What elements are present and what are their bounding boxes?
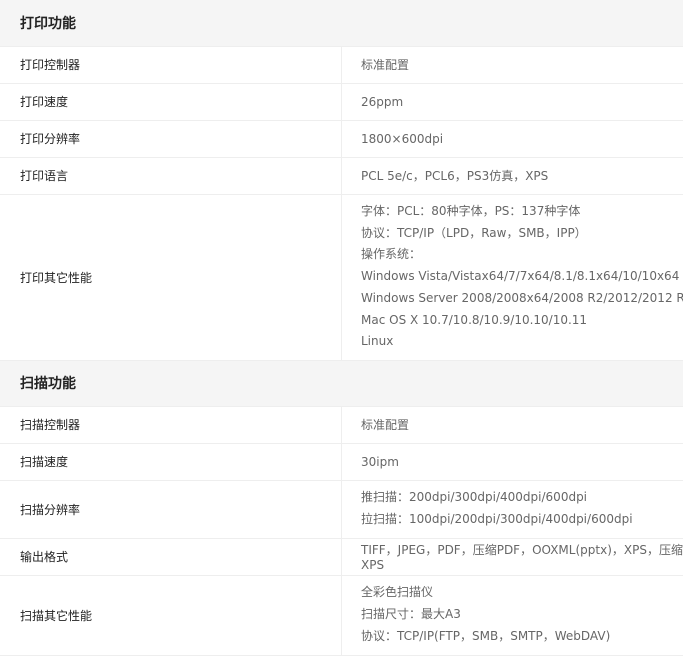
spec-row-print-language: 打印语言 PCL 5e/c，PCL6，PS3仿真，XPS <box>0 157 683 195</box>
spec-value-line: 全彩色扫描仪 <box>361 585 434 600</box>
spec-label: 打印其它性能 <box>0 194 342 361</box>
spec-label: 扫描其它性能 <box>0 575 342 656</box>
section-header-scan: 扫描功能 <box>0 360 683 407</box>
spec-value: 26ppm <box>341 83 683 121</box>
spec-label: 打印分辨率 <box>0 120 342 158</box>
spec-row-print-other: 打印其它性能 字体：PCL：80种字体，PS：137种字体 协议：TCP/IP（… <box>0 194 683 361</box>
spec-value-line: 扫描尺寸：最大A3 <box>361 607 461 622</box>
spec-value-line: 协议：TCP/IP(FTP，SMB，SMTP，WebDAV) <box>361 628 611 643</box>
spec-value: 推扫描：200dpi/300dpi/400dpi/600dpi 拉扫描：100d… <box>341 480 683 539</box>
spec-table: 打印功能 打印控制器 标准配置 打印速度 26ppm 打印分辨率 1800×60… <box>0 0 683 656</box>
scan-section: 扫描功能 扫描控制器 标准配置 扫描速度 30ipm 扫描分辨率 推扫描：200… <box>0 360 683 656</box>
spec-value: 全彩色扫描仪 扫描尺寸：最大A3 协议：TCP/IP(FTP，SMB，SMTP，… <box>341 575 683 656</box>
spec-value-line: 字体：PCL：80种字体，PS：137种字体 <box>361 204 581 219</box>
spec-label: 扫描控制器 <box>0 406 342 444</box>
spec-row-scan-other: 扫描其它性能 全彩色扫描仪 扫描尺寸：最大A3 协议：TCP/IP(FTP，SM… <box>0 575 683 656</box>
spec-label: 打印语言 <box>0 157 342 195</box>
spec-row-scan-controller: 扫描控制器 标准配置 <box>0 406 683 444</box>
spec-value: 标准配置 <box>341 406 683 444</box>
spec-label: 扫描速度 <box>0 443 342 481</box>
spec-value-line: 协议：TCP/IP（LPD，Raw，SMB，IPP） <box>361 225 587 240</box>
spec-value: 标准配置 <box>341 46 683 84</box>
spec-value-line: Mac OS X 10.7/10.8/10.9/10.10/10.11 <box>361 312 588 327</box>
spec-value: 30ipm <box>341 443 683 481</box>
spec-value: PCL 5e/c，PCL6，PS3仿真，XPS <box>341 157 683 195</box>
spec-value-line: Linux <box>361 334 394 349</box>
spec-row-output-format: 输出格式 TIFF，JPEG，PDF，压缩PDF，OOXML(pptx)，XPS… <box>0 538 683 576</box>
spec-row-scan-speed: 扫描速度 30ipm <box>0 443 683 481</box>
spec-value-line: 拉扫描：100dpi/200dpi/300dpi/400dpi/600dpi <box>361 512 633 526</box>
spec-value-line: Windows Vista/Vistax64/7/7x64/8.1/8.1x64… <box>361 269 680 284</box>
spec-value-line: 操作系统： <box>361 247 422 262</box>
spec-row-print-resolution: 打印分辨率 1800×600dpi <box>0 120 683 158</box>
section-title: 打印功能 <box>0 0 683 47</box>
spec-label: 扫描分辨率 <box>0 480 342 539</box>
spec-label: 输出格式 <box>0 538 342 576</box>
spec-value: 字体：PCL：80种字体，PS：137种字体 协议：TCP/IP（LPD，Raw… <box>341 194 683 361</box>
spec-label: 打印控制器 <box>0 46 342 84</box>
section-title: 扫描功能 <box>0 360 683 407</box>
spec-value-line: Windows Server 2008/2008x64/2008 R2/2012… <box>361 290 683 305</box>
spec-value: 1800×600dpi <box>341 120 683 158</box>
spec-row-print-controller: 打印控制器 标准配置 <box>0 46 683 84</box>
section-header-print: 打印功能 <box>0 0 683 47</box>
spec-value: TIFF，JPEG，PDF，压缩PDF，OOXML(pptx)，XPS，压缩XP… <box>341 538 683 576</box>
spec-label: 打印速度 <box>0 83 342 121</box>
spec-row-print-speed: 打印速度 26ppm <box>0 83 683 121</box>
spec-row-scan-resolution: 扫描分辨率 推扫描：200dpi/300dpi/400dpi/600dpi 拉扫… <box>0 480 683 539</box>
print-section: 打印功能 打印控制器 标准配置 打印速度 26ppm 打印分辨率 1800×60… <box>0 0 683 361</box>
spec-value-line: 推扫描：200dpi/300dpi/400dpi/600dpi <box>361 490 588 505</box>
